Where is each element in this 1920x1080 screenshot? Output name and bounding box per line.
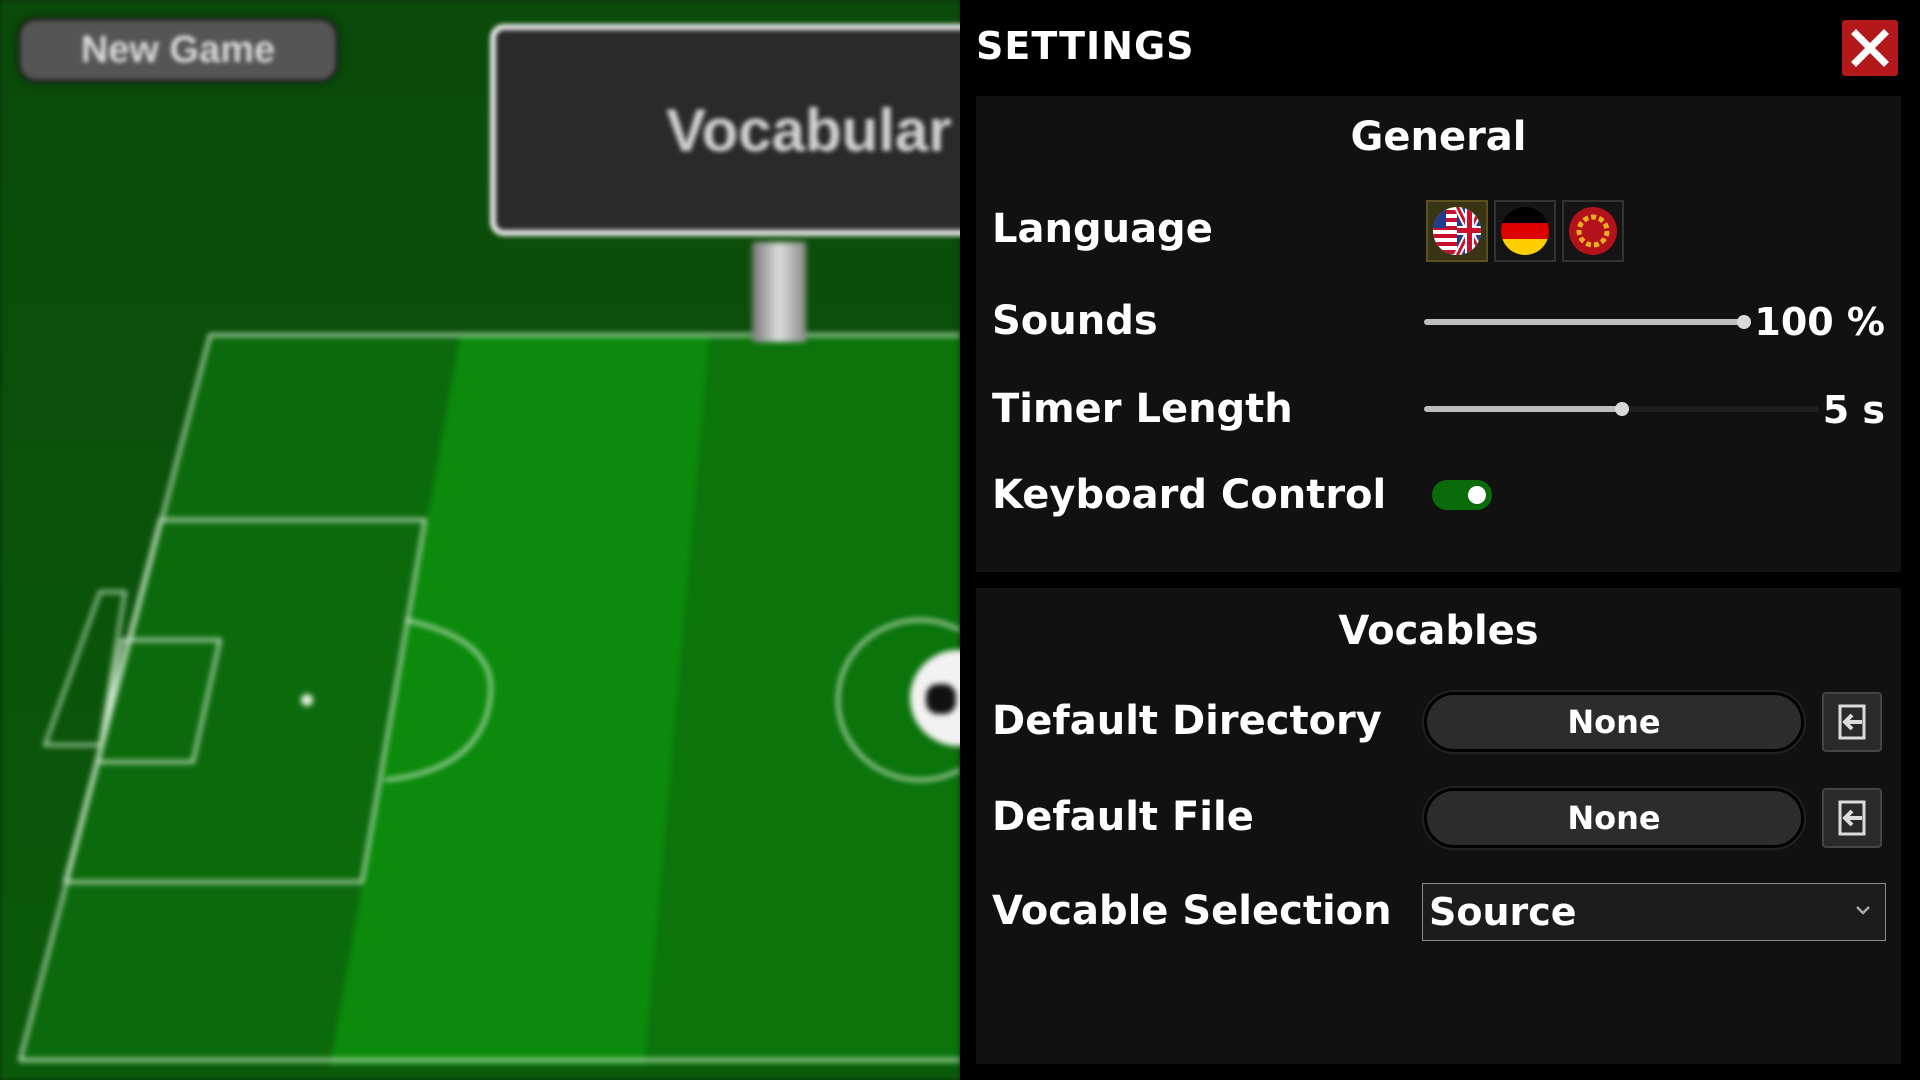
language-label: Language [992,206,1213,252]
timer-length-slider[interactable] [1424,397,1819,421]
scoreboard: Vocabular [490,24,960,236]
sounds-slider[interactable] [1424,310,1751,334]
default-directory-browse-button[interactable] [1822,692,1882,752]
general-section: General Language Sounds 100 % Timer Leng… [976,96,1901,572]
language-option-latin[interactable] [1562,200,1624,262]
default-file-button[interactable]: None [1424,788,1804,848]
settings-title: SETTINGS [976,24,1195,68]
close-button[interactable] [1842,20,1898,76]
sounds-slider-thumb[interactable] [1737,315,1751,329]
close-icon [1851,29,1889,67]
default-directory-button[interactable]: None [1424,692,1804,752]
general-section-title: General [1350,114,1527,160]
scoreboard-text: Vocabular [666,96,952,164]
new-game-button[interactable]: New Game [18,18,338,82]
sounds-value: 100 % [1754,300,1885,344]
default-directory-label: Default Directory [992,698,1382,744]
language-option-english[interactable] [1426,200,1488,262]
chevron-down-icon [1856,906,1870,915]
timer-length-value: 5 s [1822,388,1885,432]
timer-slider-thumb[interactable] [1614,402,1629,416]
timer-length-label: Timer Length [992,386,1293,432]
keyboard-control-toggle[interactable] [1432,480,1492,510]
game-scene: Vocabular New Game [0,0,960,1080]
language-options [1426,200,1624,262]
default-file-browse-button[interactable] [1822,788,1882,848]
sounds-slider-fill [1424,319,1744,325]
laurel-wreath-icon [1569,207,1617,255]
timer-slider-fill [1424,406,1622,412]
vocable-selection-dropdown[interactable]: Source [1422,883,1886,941]
sounds-label: Sounds [992,298,1158,344]
language-option-german[interactable] [1494,200,1556,262]
vocable-selection-label: Vocable Selection [992,888,1392,934]
browse-icon [1838,704,1866,740]
browse-icon [1838,800,1866,836]
keyboard-control-label: Keyboard Control [992,472,1387,518]
uk-us-flag-icon [1433,207,1481,255]
vocable-selection-value: Source [1429,890,1577,934]
german-flag-icon [1501,207,1549,255]
vocables-section-title: Vocables [1338,608,1539,654]
scoreboard-pole [752,242,806,342]
settings-panel: SETTINGS General Language Sounds 100 % T… [960,0,1920,1080]
default-file-label: Default File [992,794,1254,840]
vocables-section: Vocables Default Directory None Default … [976,588,1901,1064]
toggle-knob [1468,486,1486,504]
